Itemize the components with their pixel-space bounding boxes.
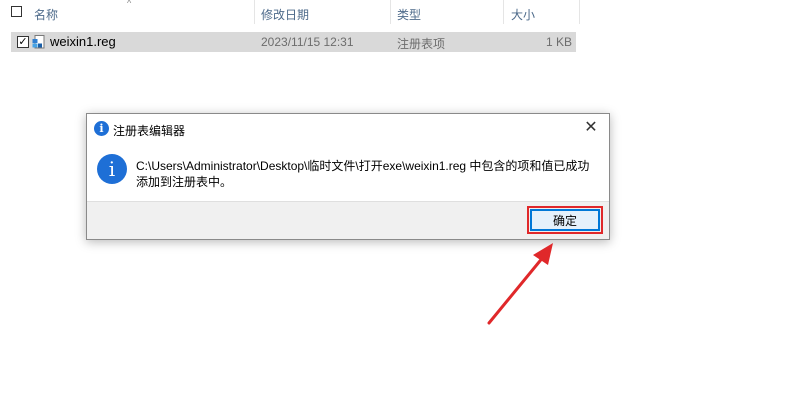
file-size: 1 KB: [545, 35, 572, 49]
file-row[interactable]: ✓ weixin1.reg 2023/11/15 12:31 注册表项 1 KB: [11, 32, 576, 52]
column-header-name[interactable]: 名称: [34, 6, 58, 23]
file-name: weixin1.reg: [50, 34, 116, 49]
info-icon: i: [97, 154, 127, 184]
dialog-message-line1: C:\Users\Administrator\Desktop\临时文件\打开ex…: [136, 159, 590, 173]
file-list-header: 名称 ^ 修改日期 类型 大小: [0, 0, 580, 24]
registry-editor-dialog: i 注册表编辑器 ✕ i C:\Users\Administrator\Desk…: [86, 113, 610, 240]
registry-file-icon: [32, 35, 45, 49]
dialog-titlebar[interactable]: i 注册表编辑器 ✕: [87, 114, 609, 144]
file-row-checkbox[interactable]: ✓: [17, 36, 29, 48]
select-all-checkbox[interactable]: [11, 6, 22, 17]
file-type: 注册表项: [397, 37, 446, 51]
dialog-body: i C:\Users\Administrator\Desktop\临时文件\打开…: [87, 144, 609, 203]
dialog-message: C:\Users\Administrator\Desktop\临时文件\打开ex…: [136, 158, 606, 190]
column-header-type[interactable]: 类型: [397, 6, 421, 23]
ok-button[interactable]: 确定: [530, 209, 600, 231]
dialog-title: 注册表编辑器: [113, 124, 186, 138]
column-header-date[interactable]: 修改日期: [261, 6, 309, 23]
close-button[interactable]: ✕: [578, 116, 604, 140]
info-title-icon: i: [94, 121, 109, 136]
column-separator[interactable]: [254, 0, 255, 24]
column-separator[interactable]: [579, 0, 580, 24]
sort-indicator-icon: ^: [127, 0, 132, 8]
column-separator[interactable]: [390, 0, 391, 24]
file-modified-date: 2023/11/15 12:31: [261, 35, 354, 49]
dialog-message-line2: 添加到注册表中。: [136, 175, 233, 189]
column-separator[interactable]: [503, 0, 504, 24]
dialog-footer: 确定: [87, 201, 609, 239]
column-header-size[interactable]: 大小: [511, 6, 535, 23]
